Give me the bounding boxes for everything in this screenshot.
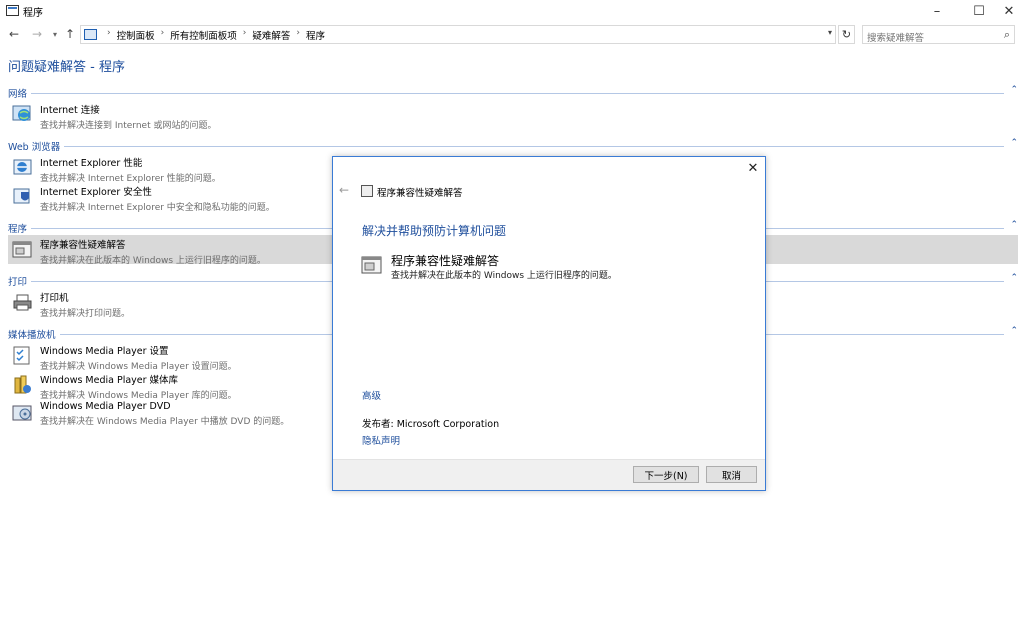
item-description: 查找并解决连接到 Internet 或网站的问题。 (40, 121, 217, 131)
navigation-bar: ← → ▾ ↑ › 控制面板 › 所有控制面板项 › 疑难解答 › 程序 ▾ ↻… (0, 22, 1024, 47)
dialog-option-description: 查找并解决在此版本的 Windows 上运行旧程序的问题。 (391, 271, 617, 281)
maximize-button[interactable]: ☐ (962, 0, 996, 22)
breadcrumb-separator-icon: › (296, 28, 300, 38)
control-panel-window: 程序 – ☐ ✕ ← → ▾ ↑ › 控制面板 › 所有控制面板项 › 疑难解答… (0, 0, 1024, 643)
globe-network-icon (12, 105, 31, 121)
search-box[interactable]: ⌕ (862, 25, 1015, 47)
collapse-chevron-up-icon[interactable]: ⌃ (1010, 326, 1018, 336)
breadcrumb-troubleshooting[interactable]: 疑难解答 (252, 28, 290, 42)
search-input[interactable] (863, 30, 993, 47)
window-title: 程序 (23, 8, 43, 19)
program-compatibility-icon (361, 256, 382, 274)
collapse-chevron-up-icon[interactable]: ⌃ (1010, 138, 1018, 148)
close-window-button[interactable]: ✕ (992, 0, 1024, 22)
dialog-back-arrow-icon[interactable]: ← (339, 183, 349, 197)
group-label: 媒体播放机 (8, 327, 60, 341)
wmp-library-icon (14, 375, 31, 394)
breadcrumb-separator-icon: › (160, 28, 165, 38)
group-header: Web 浏览器 ⌃ (8, 138, 1018, 153)
collapse-chevron-up-icon[interactable]: ⌃ (1010, 85, 1018, 95)
dialog-heading: 解决并帮助预防计算机问题 (362, 224, 507, 238)
group-label: 网络 (8, 86, 32, 100)
privacy-statement-link[interactable]: 隐私声明 (362, 433, 400, 447)
title-bar: 程序 – ☐ ✕ (0, 0, 1024, 22)
publisher-text: 发布者: Microsoft Corporation (362, 419, 500, 430)
ie-performance-icon (13, 159, 32, 175)
collapse-chevron-up-icon[interactable]: ⌃ (1010, 273, 1018, 283)
breadcrumb-all-items[interactable]: 所有控制面板项 (170, 28, 237, 42)
back-arrow-icon[interactable]: ← (6, 26, 22, 42)
minimize-button[interactable]: – (920, 0, 954, 22)
group-label: 程序 (8, 221, 32, 235)
group-network: 网络 ⌃ Internet 连接 查找并解决连接到 Internet 或网站的问… (8, 85, 1018, 131)
printer-icon (13, 294, 32, 311)
search-icon[interactable]: ⌕ (1004, 28, 1010, 42)
advanced-link[interactable]: 高级 (362, 388, 381, 402)
dialog-header-title: 程序兼容性疑难解答 (377, 188, 463, 199)
ie-security-icon (13, 188, 30, 204)
breadcrumb-control-panel[interactable]: 控制面板 (117, 28, 155, 42)
collapse-chevron-up-icon[interactable]: ⌃ (1010, 220, 1018, 230)
address-bar[interactable]: › 控制面板 › 所有控制面板项 › 疑难解答 › 程序 ▾ (80, 25, 836, 44)
breadcrumb-programs[interactable]: 程序 (306, 28, 325, 42)
next-button[interactable]: 下一步(N) (633, 466, 699, 483)
dialog-close-icon[interactable]: ✕ (745, 160, 761, 176)
dialog-option-title: 程序兼容性疑难解答 (391, 254, 500, 268)
up-arrow-icon[interactable]: ↑ (62, 26, 78, 42)
program-compatibility-icon (361, 185, 373, 197)
cancel-button[interactable]: 取消 (706, 466, 757, 483)
wmp-dvd-icon (12, 405, 32, 421)
breadcrumb-separator-icon: › (107, 28, 111, 38)
troubleshooter-dialog: ✕ ← 程序兼容性疑难解答 解决并帮助预防计算机问题 程序兼容性疑难解答 查找并… (332, 156, 766, 491)
group-header: 网络 ⌃ (8, 85, 1018, 100)
address-dropdown-chevron-icon[interactable]: ▾ (828, 28, 832, 37)
page-title: 问题疑难解答 - 程序 (8, 60, 125, 75)
control-panel-icon (84, 29, 97, 40)
divider (8, 93, 1004, 94)
item-title: Internet 连接 (40, 105, 100, 116)
group-label: 打印 (8, 274, 32, 288)
group-label: Web 浏览器 (8, 139, 65, 153)
wmp-settings-icon (13, 346, 30, 365)
breadcrumb: › 控制面板 › 所有控制面板项 › 疑难解答 › 程序 (101, 28, 325, 42)
breadcrumb-separator-icon: › (242, 28, 247, 38)
recent-locations-chevron-icon[interactable]: ▾ (47, 26, 63, 42)
refresh-button[interactable]: ↻ (838, 25, 855, 44)
divider (8, 146, 1004, 147)
program-compatibility-icon (12, 241, 32, 258)
forward-arrow-icon[interactable]: → (29, 26, 45, 42)
programs-window-icon (6, 5, 19, 16)
troubleshooter-internet-connections[interactable]: Internet 连接 查找并解决连接到 Internet 或网站的问题。 (8, 100, 1018, 131)
dialog-footer: 下一步(N) 取消 (333, 459, 765, 490)
